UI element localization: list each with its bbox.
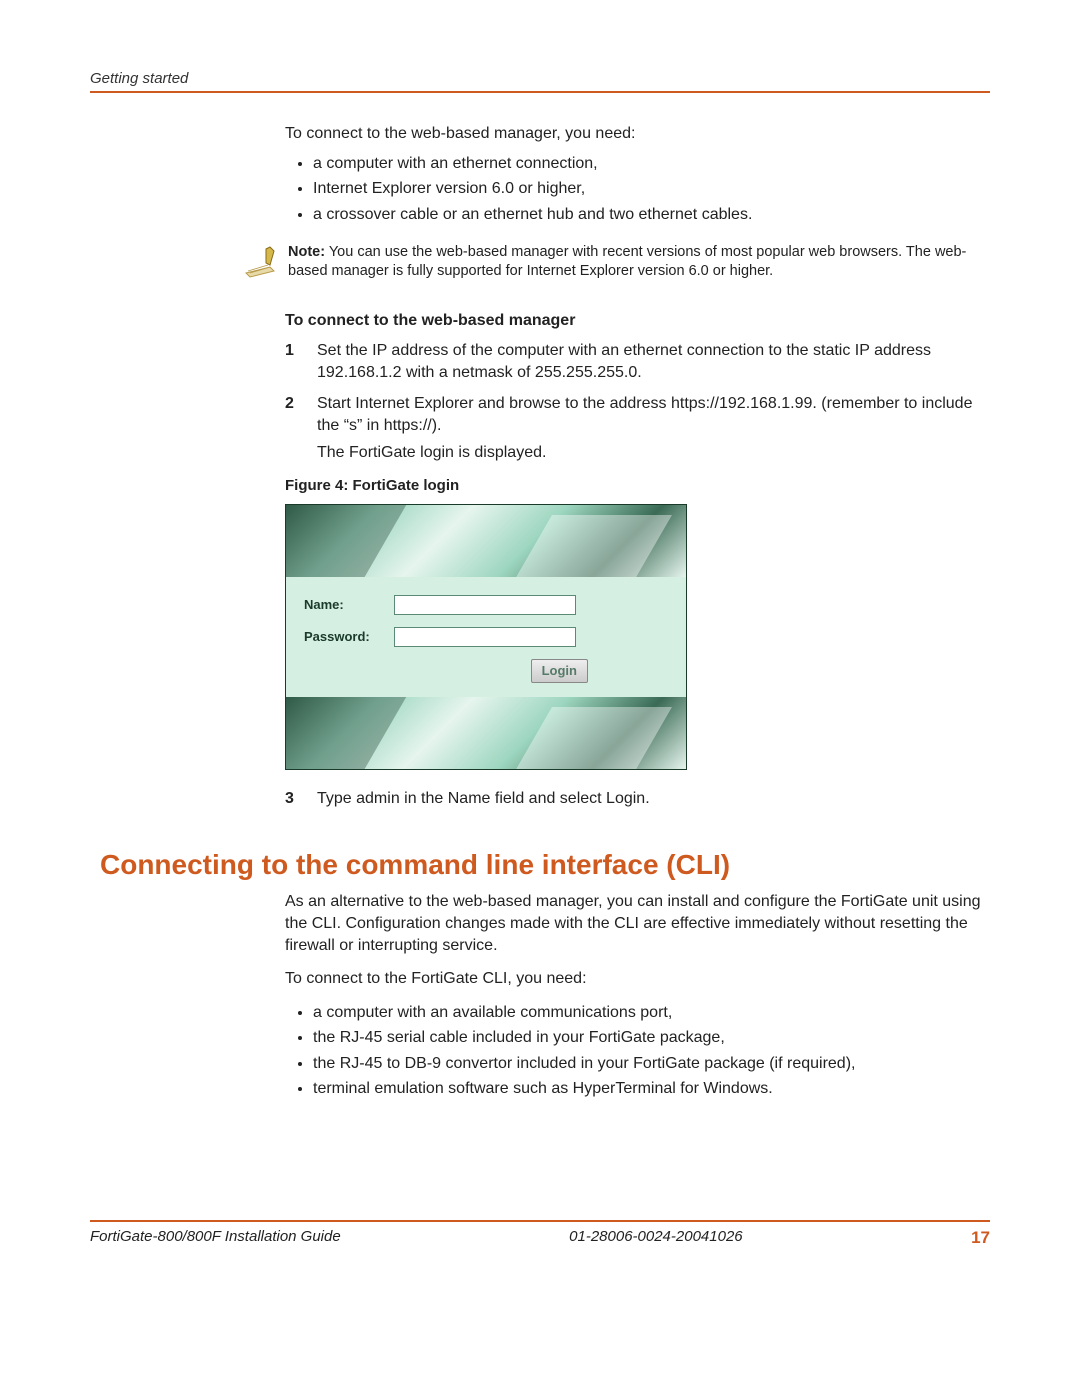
login-banner-bottom	[286, 697, 686, 769]
login-name-input[interactable]	[394, 595, 576, 615]
page-number: 17	[971, 1228, 990, 1248]
note-icon	[240, 243, 280, 288]
footer-center: 01-28006-0024-20041026	[569, 1228, 743, 1248]
step-body: Set the IP address of the computer with …	[317, 340, 990, 383]
login-name-label: Name:	[304, 596, 394, 614]
note-block: Note: You can use the web-based manager …	[240, 243, 990, 288]
header-section: Getting started	[90, 70, 990, 87]
cli-bullet: terminal emulation software such as Hype…	[313, 1078, 990, 1100]
cli-bullet: the RJ-45 serial cable included in your …	[313, 1027, 990, 1049]
step-row: 2 Start Internet Explorer and browse to …	[285, 393, 990, 464]
step-number: 1	[285, 340, 317, 383]
header-rule	[90, 91, 990, 93]
intro-bullets: a computer with an ethernet connection, …	[285, 153, 990, 226]
step-number: 3	[285, 788, 317, 810]
cli-need-line: To connect to the FortiGate CLI, you nee…	[285, 968, 990, 990]
intro-bullet: a computer with an ethernet connection,	[313, 153, 990, 175]
section-title-cli: Connecting to the command line interface…	[100, 849, 990, 881]
intro-line: To connect to the web-based manager, you…	[285, 123, 990, 145]
note-text: Note: You can use the web-based manager …	[288, 243, 990, 288]
step-row: 1 Set the IP address of the computer wit…	[285, 340, 990, 383]
login-password-label: Password:	[304, 628, 394, 646]
footer: FortiGate-800/800F Installation Guide 01…	[90, 1220, 990, 1248]
procedure-heading: To connect to the web-based manager	[285, 310, 990, 332]
note-label: Note:	[288, 244, 325, 260]
login-password-input[interactable]	[394, 627, 576, 647]
step-text: Start Internet Explorer and browse to th…	[317, 395, 972, 434]
step-row: 3 Type admin in the Name field and selec…	[285, 788, 990, 810]
cli-bullet: a computer with an available communicati…	[313, 1002, 990, 1024]
cli-bullet: the RJ-45 to DB-9 convertor included in …	[313, 1053, 990, 1075]
cli-para: As an alternative to the web-based manag…	[285, 891, 990, 956]
login-banner-top	[286, 505, 686, 577]
login-button[interactable]: Login	[531, 659, 588, 683]
step-body: Start Internet Explorer and browse to th…	[317, 393, 990, 464]
cli-bullets: a computer with an available communicati…	[285, 1002, 990, 1100]
footer-left: FortiGate-800/800F Installation Guide	[90, 1228, 341, 1248]
step-body: Type admin in the Name field and select …	[317, 788, 990, 810]
note-body: You can use the web-based manager with r…	[288, 244, 966, 279]
login-figure: Name: Password: Login	[285, 504, 687, 770]
intro-bullet: a crossover cable or an ethernet hub and…	[313, 204, 990, 226]
login-form: Name: Password: Login	[286, 577, 686, 697]
step-number: 2	[285, 393, 317, 464]
figure-caption: Figure 4: FortiGate login	[285, 476, 990, 496]
intro-bullet: Internet Explorer version 6.0 or higher,	[313, 178, 990, 200]
step-continuation: The FortiGate login is displayed.	[317, 442, 990, 464]
